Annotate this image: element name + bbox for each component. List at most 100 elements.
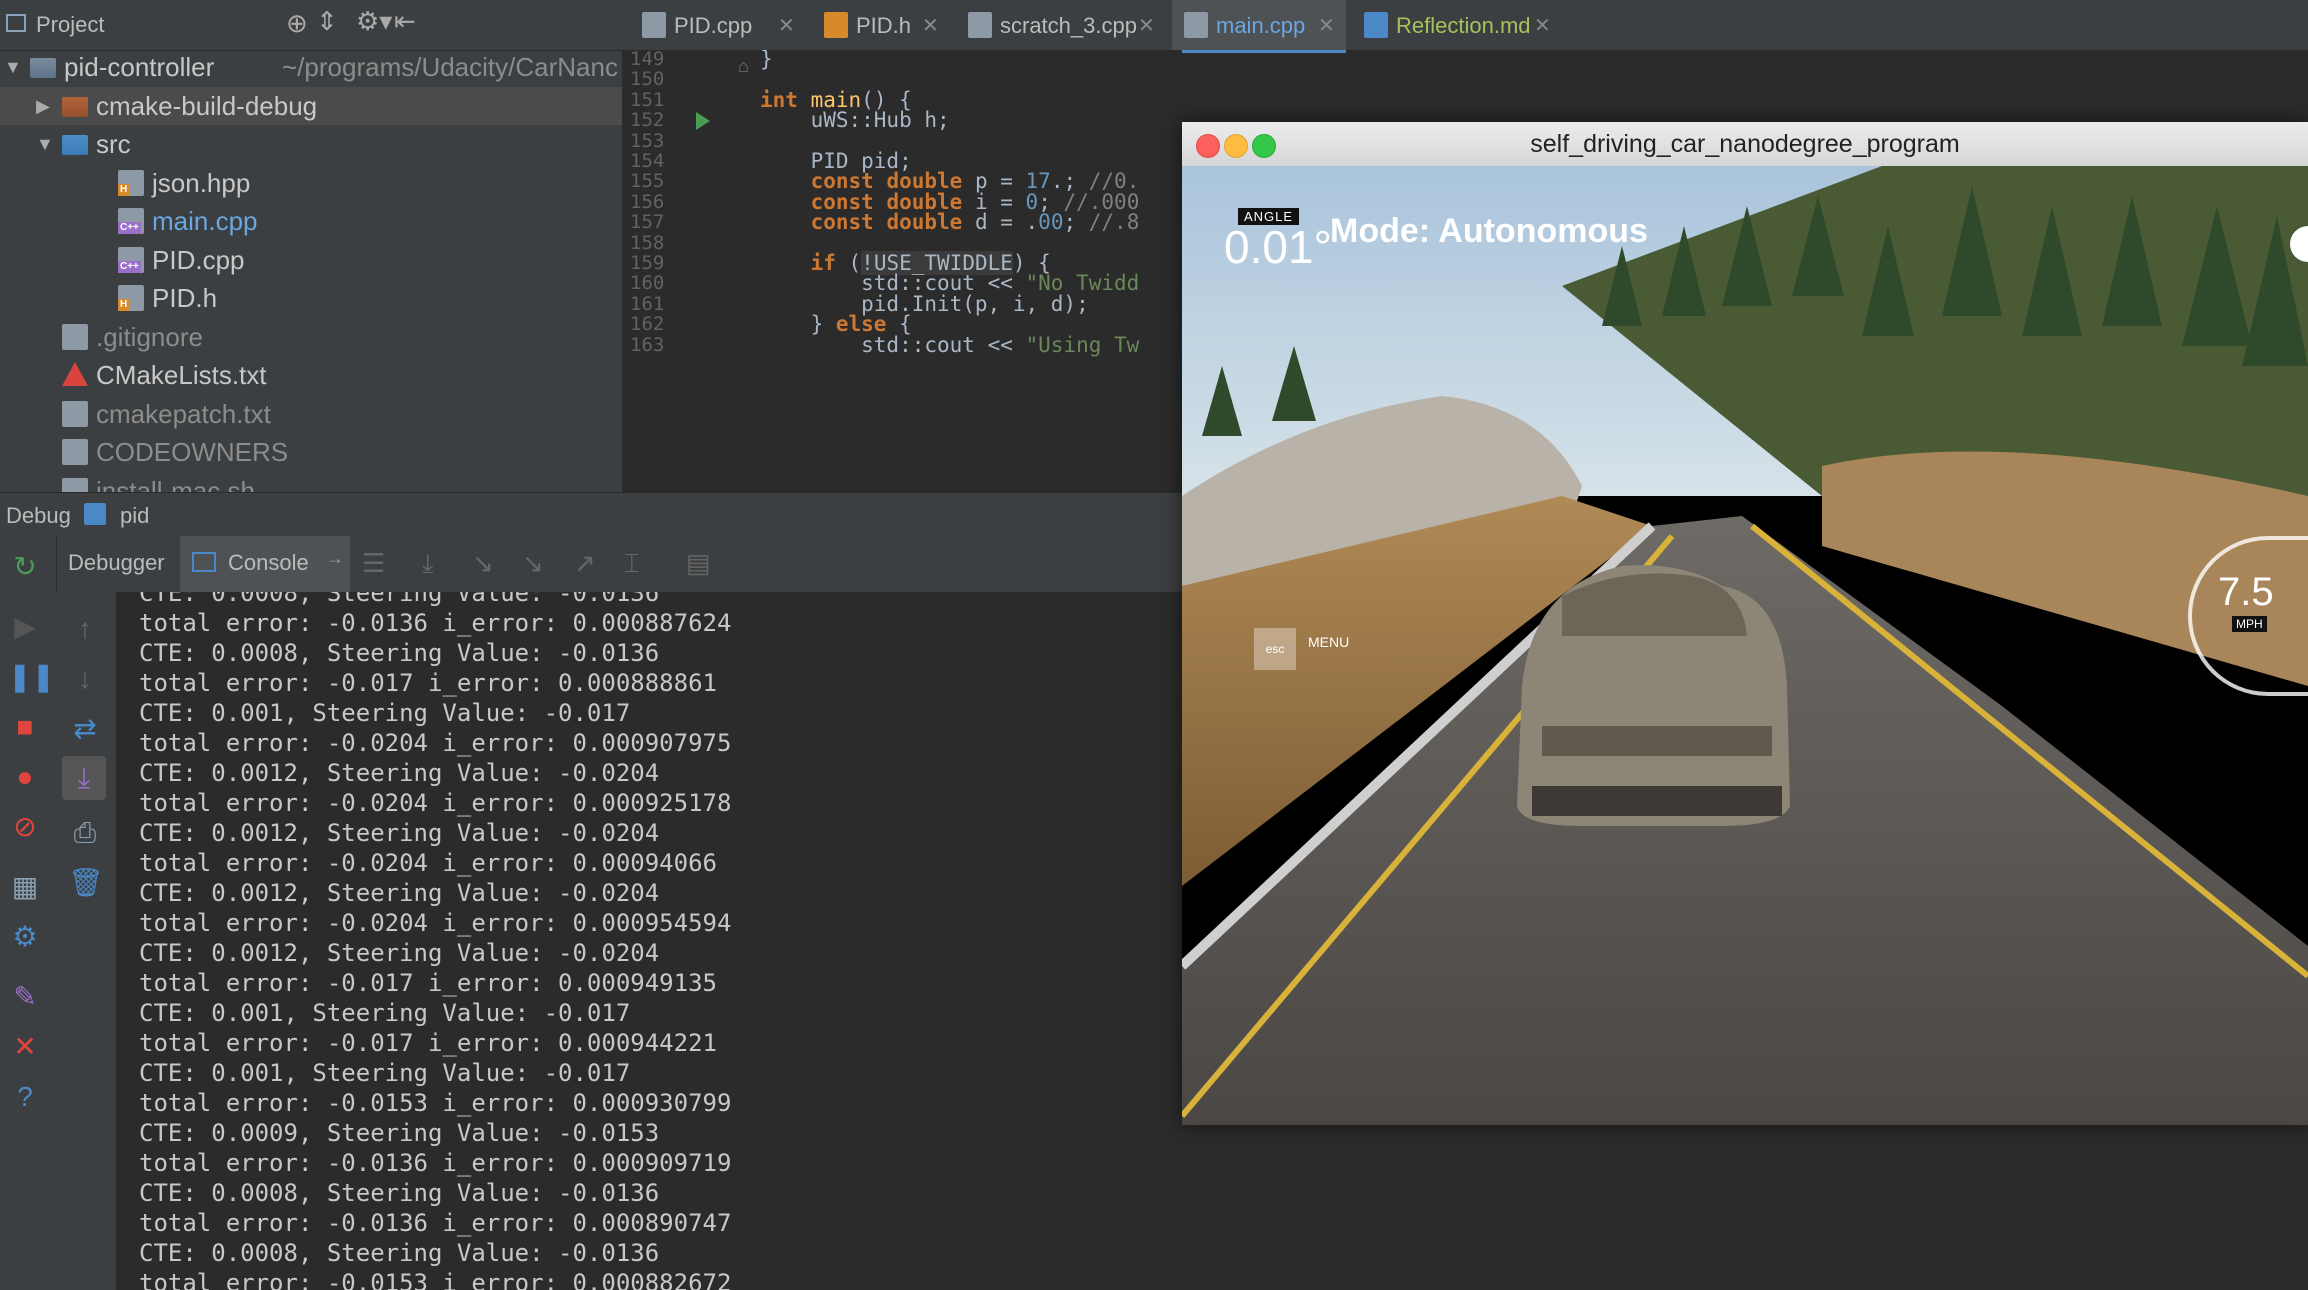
view-breakpoints-icon[interactable]: ● bbox=[8, 760, 42, 794]
tab-pid-cpp[interactable]: PID.cpp ✕ bbox=[630, 0, 806, 50]
file-type-badge: C++ bbox=[118, 222, 141, 234]
pin-tab-icon[interactable]: ✎ bbox=[8, 980, 42, 1014]
mode-label: Mode: Autonomous bbox=[1330, 212, 1648, 250]
speed-value: 7.5 bbox=[2218, 570, 2274, 614]
project-icon bbox=[6, 14, 26, 32]
pin-icon[interactable]: → bbox=[326, 548, 344, 569]
esc-button[interactable]: esc bbox=[1254, 628, 1296, 670]
project-tree-item[interactable]: ▼ pid-controller ~/programs/Udacity/CarNan… bbox=[0, 48, 622, 86]
menu-label[interactable]: MENU bbox=[1308, 634, 1349, 650]
tab-main-cpp[interactable]: main.cpp ✕ bbox=[1172, 0, 1346, 53]
resume-icon[interactable]: ▶ bbox=[8, 610, 42, 644]
project-tree-item[interactable]: ▶ cmake-build-debug bbox=[0, 86, 622, 125]
close-tab-icon[interactable]: ✕ bbox=[1318, 0, 1335, 52]
tab-label: main.cpp bbox=[1216, 13, 1306, 38]
code-line[interactable]: } bbox=[760, 50, 773, 74]
run-gutter-icon[interactable] bbox=[696, 112, 710, 130]
hide-panel-icon[interactable]: ⇤ bbox=[394, 6, 416, 37]
angle-value: 0.01° bbox=[1224, 221, 1332, 273]
soft-wrap-icon[interactable]: ⇄ bbox=[68, 712, 102, 746]
console-line: total error: -0.0204 i_error: 0.00094066 bbox=[139, 849, 717, 877]
debugger-tab[interactable]: Debugger bbox=[68, 550, 165, 576]
code-line[interactable]: const double d = .00; //.8 bbox=[760, 207, 1140, 237]
console-tab[interactable]: Console → bbox=[180, 536, 350, 592]
tab-scratch-3-cpp[interactable]: scratch_3.cpp ✕ bbox=[956, 0, 1166, 50]
step-into-icon[interactable]: ↘ bbox=[472, 548, 494, 579]
project-tree-item[interactable]: H PID.h bbox=[0, 279, 622, 317]
project-tree-item[interactable]: ▼ src bbox=[0, 125, 622, 163]
project-tree-item-label: .gitignore bbox=[96, 321, 203, 352]
folder-icon bbox=[62, 96, 88, 117]
esc-label: esc bbox=[1265, 642, 1285, 656]
evaluate-expression-icon[interactable]: ▤ bbox=[686, 548, 711, 579]
stop-icon[interactable]: ■ bbox=[8, 710, 42, 744]
project-tree-item[interactable]: install-mac.sh bbox=[0, 472, 622, 492]
expand-arrow-icon[interactable]: ▼ bbox=[4, 48, 22, 86]
up-arrow-icon[interactable]: ↑ bbox=[68, 612, 102, 646]
project-tree-item[interactable]: CODEOWNERS bbox=[0, 433, 622, 471]
down-arrow-icon[interactable]: ↓ bbox=[68, 662, 102, 696]
console-line: total error: -0.0204 i_error: 0.00092517… bbox=[139, 789, 732, 817]
console-line: total error: -0.017 i_error: 0.000949135 bbox=[139, 969, 717, 997]
code-line[interactable]: uWS::Hub h; bbox=[760, 105, 950, 135]
run-config-icon bbox=[84, 503, 106, 525]
speed-unit: MPH bbox=[2232, 616, 2267, 632]
project-tree-item[interactable]: C++ PID.cpp bbox=[0, 241, 622, 279]
close-icon[interactable]: ✕ bbox=[8, 1030, 42, 1064]
console-line: CTE: 0.0012, Steering Value: -0.0204 bbox=[139, 819, 660, 847]
project-tree-item[interactable]: cmakepatch.txt bbox=[0, 395, 622, 433]
console-line: CTE: 0.0012, Steering Value: -0.0204 bbox=[139, 759, 660, 787]
console-line: total error: -0.0136 i_error: 0.00088762… bbox=[139, 609, 732, 637]
tab-label: scratch_3.cpp bbox=[1000, 13, 1137, 38]
code-line[interactable]: std::cout << "Using Tw bbox=[760, 330, 1139, 360]
scroll-to-end-icon[interactable]: ⤓ bbox=[62, 756, 106, 800]
project-tree-item[interactable]: C++ main.cpp bbox=[0, 202, 622, 240]
print-icon[interactable]: ⎙ bbox=[68, 816, 102, 850]
close-tab-icon[interactable]: ✕ bbox=[922, 0, 939, 52]
clear-all-icon[interactable]: 🗑 bbox=[68, 866, 104, 900]
close-tab-icon[interactable]: ✕ bbox=[1138, 0, 1155, 52]
run-to-cursor-icon[interactable]: ⌶ bbox=[624, 548, 640, 580]
step-over-icon[interactable]: ⤓ bbox=[422, 548, 434, 580]
layout-icon[interactable]: ▦ bbox=[8, 870, 42, 904]
project-tree-item-label: src bbox=[96, 129, 131, 159]
tab-pid-h[interactable]: PID.h ✕ bbox=[812, 0, 950, 50]
show-execution-point-icon[interactable]: ☰ bbox=[362, 548, 385, 579]
target-icon[interactable]: ⊕ bbox=[286, 8, 308, 39]
source-file-icon: H bbox=[118, 169, 144, 196]
file-type-badge: C++ bbox=[118, 260, 141, 273]
expand-arrow-icon[interactable]: ▼ bbox=[36, 125, 54, 163]
project-tree-item[interactable]: .gitignore bbox=[0, 318, 622, 356]
source-file-icon: C++ bbox=[118, 246, 144, 273]
console-output[interactable]: CTE: 0.0008, Steering Value: -0.0136 tota… bbox=[117, 592, 1182, 1290]
project-tree-item-label: CODEOWNERS bbox=[96, 437, 289, 467]
cpp-file-icon bbox=[642, 12, 666, 38]
simulator-title: self_driving_car_nanodegree_program bbox=[1530, 130, 1960, 158]
force-step-into-icon[interactable]: ↘ bbox=[522, 548, 544, 579]
close-tab-icon[interactable]: ✕ bbox=[778, 0, 795, 52]
step-out-icon[interactable]: ↗ bbox=[574, 548, 596, 579]
project-panel: Project ⊕ ⇕ ⚙▾ ⇤ ▼ pid-controller ~/progra… bbox=[0, 0, 622, 492]
rerun-icon[interactable]: ↻ bbox=[8, 550, 42, 584]
console-line: CTE: 0.0008, Steering Value: -0.0136 bbox=[139, 592, 660, 607]
folder-icon bbox=[62, 135, 88, 155]
source-file-icon: H bbox=[118, 285, 144, 311]
collapse-arrow-icon[interactable]: ▶ bbox=[36, 87, 50, 125]
project-tree-item[interactable]: Hjson.hpp bbox=[0, 164, 622, 202]
collapse-all-icon[interactable]: ⇕ bbox=[316, 6, 338, 37]
close-tab-icon[interactable]: ✕ bbox=[1534, 0, 1551, 52]
tab-reflection-md[interactable]: Reflection.md ✕ bbox=[1352, 0, 1562, 50]
project-tree-item[interactable]: CMakeLists.txt bbox=[0, 356, 622, 394]
help-icon[interactable]: ? bbox=[8, 1080, 42, 1114]
fold-marker-icon[interactable]: ⌂ bbox=[738, 56, 749, 77]
gear-icon[interactable]: ⚙▾ bbox=[356, 6, 392, 37]
run-config-label[interactable]: pid bbox=[120, 503, 149, 529]
project-panel-title: Project bbox=[36, 12, 105, 37]
mute-breakpoints-icon[interactable]: ⊘ bbox=[8, 810, 42, 844]
console-line: total error: -0.0153 i_error: 0.00093079… bbox=[139, 1089, 732, 1117]
console-line: total error: -0.017 i_error: 0.000888861 bbox=[139, 669, 717, 697]
settings-icon[interactable]: ⚙ bbox=[8, 920, 42, 954]
console-line: CTE: 0.001, Steering Value: -0.017 bbox=[139, 699, 631, 727]
simulator-window[interactable]: self_driving_car_nanodegree_program ANGL… bbox=[1182, 122, 2308, 1125]
pause-icon[interactable]: ❚❚ bbox=[8, 660, 55, 694]
